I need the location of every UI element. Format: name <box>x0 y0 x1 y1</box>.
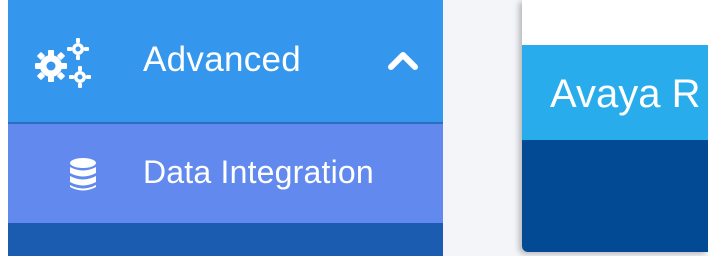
card-top <box>522 0 708 45</box>
sidebar-item-advanced[interactable]: Advanced <box>8 0 443 124</box>
content-card: Avaya R <box>522 0 708 252</box>
card-body <box>522 140 708 252</box>
database-icon <box>70 158 96 191</box>
sidebar: Advanced Data Integration <box>8 0 443 256</box>
chevron-up-icon[interactable] <box>386 48 420 72</box>
sidebar-next-item[interactable] <box>8 223 443 256</box>
card-header: Avaya R <box>522 45 708 140</box>
sidebar-item-advanced-label: Advanced <box>143 40 302 79</box>
sidebar-item-data-integration-label: Data Integration <box>143 154 374 190</box>
left-edge-strip <box>0 0 8 256</box>
card-title: Avaya R <box>550 72 701 116</box>
sidebar-item-data-integration[interactable]: Data Integration <box>8 124 443 223</box>
gears-icon <box>35 38 91 88</box>
